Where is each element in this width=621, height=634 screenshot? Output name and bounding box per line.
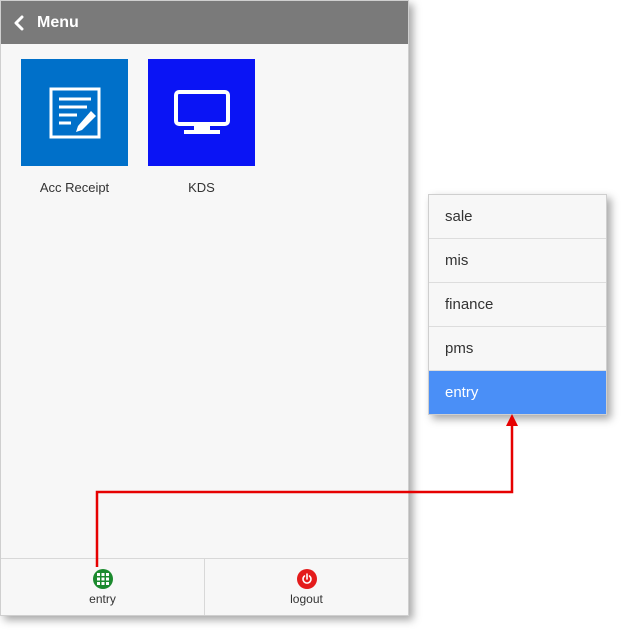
logout-button[interactable]: logout xyxy=(204,559,408,615)
popup-item-entry[interactable]: entry xyxy=(429,371,606,414)
module-popup-menu: sale mis finance pms entry xyxy=(428,194,607,415)
tile-kds[interactable]: KDS xyxy=(148,59,255,195)
power-icon xyxy=(296,568,317,589)
entry-label: entry xyxy=(89,591,116,606)
popup-item-sale[interactable]: sale xyxy=(429,195,606,239)
app-window: Menu Acc Receipt KDS entry logout xyxy=(0,0,409,616)
tile-label: KDS xyxy=(188,180,215,195)
chevron-left-icon xyxy=(14,15,24,30)
page-title: Menu xyxy=(37,13,79,31)
annotation-arrow-head xyxy=(506,414,518,426)
popup-item-pms[interactable]: pms xyxy=(429,327,606,371)
tile-label: Acc Receipt xyxy=(39,180,110,195)
edit-document-icon xyxy=(49,87,100,138)
popup-item-finance[interactable]: finance xyxy=(429,283,606,327)
header-bar: Menu xyxy=(1,1,408,44)
tile-grid: Acc Receipt KDS xyxy=(21,59,255,195)
logout-label: logout xyxy=(290,591,323,606)
tile-kds-box xyxy=(148,59,255,166)
grid-icon xyxy=(92,568,113,589)
tile-acc-receipt-box xyxy=(21,59,128,166)
footer-bar: entry logout xyxy=(1,558,408,615)
back-button[interactable] xyxy=(1,1,37,44)
popup-item-mis[interactable]: mis xyxy=(429,239,606,283)
tile-acc-receipt[interactable]: Acc Receipt xyxy=(21,59,128,195)
entry-button[interactable]: entry xyxy=(1,559,204,615)
monitor-icon xyxy=(173,89,230,134)
